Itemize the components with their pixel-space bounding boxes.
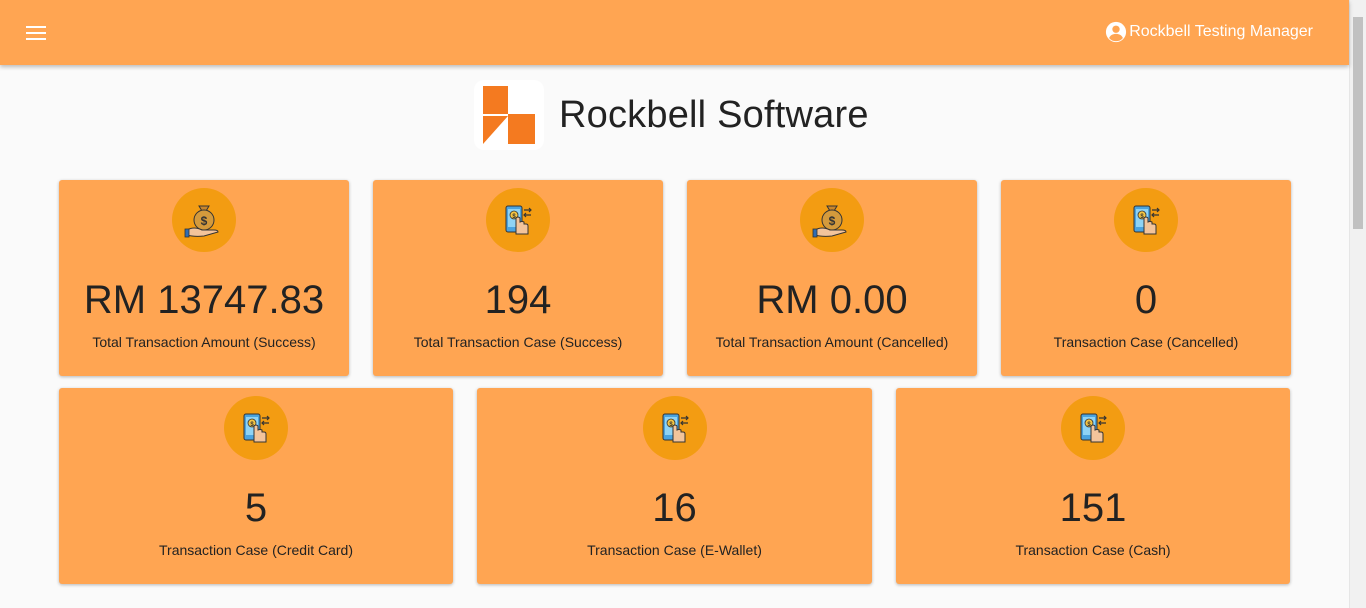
card-label: Transaction Case (Credit Card) (159, 542, 353, 558)
card-label: Transaction Case (Cash) (1015, 542, 1171, 558)
card-icon-circle: $ (800, 188, 864, 252)
card-label: Transaction Case (Cancelled) (1053, 334, 1239, 350)
card-case-credit-card[interactable]: $ 5 Transaction Case (Credit Card) (59, 388, 453, 584)
rockbell-logo-icon (483, 86, 535, 144)
svg-text:$: $ (201, 214, 208, 228)
card-value: RM 0.00 (756, 278, 908, 322)
mobile-payment-icon: $ (505, 205, 532, 235)
vertical-scrollbar[interactable] (1349, 0, 1366, 608)
menu-button[interactable] (18, 16, 54, 50)
card-icon-circle: $ (1061, 396, 1125, 460)
hamburger-menu-icon (26, 26, 46, 40)
card-value: 0 (1134, 278, 1158, 322)
card-total-amount-cancelled[interactable]: $ RM 0.00 Total Transaction Amount (Canc… (687, 180, 977, 376)
dashboard-app: Rockbell Testing Manager Rockbell Softwa… (0, 0, 1366, 608)
card-icon-circle: $ (1114, 188, 1178, 252)
card-label: Total Transaction Amount (Success) (92, 334, 316, 350)
mobile-payment-icon: $ (1080, 413, 1107, 443)
account-circle-icon (1106, 21, 1127, 43)
card-value: RM 13747.83 (83, 278, 325, 322)
card-total-case-success[interactable]: $ 194 Total Transaction Case (Success) (373, 180, 663, 376)
svg-text:$: $ (829, 214, 836, 228)
card-value: 151 (1059, 486, 1127, 530)
card-icon-circle: $ (172, 188, 236, 252)
card-value: 16 (652, 486, 697, 530)
card-icon-circle: $ (486, 188, 550, 252)
card-case-cash[interactable]: $ 151 Transaction Case (Cash) (896, 388, 1290, 584)
card-case-ewallet[interactable]: $ 16 Transaction Case (E-Wallet) (477, 388, 872, 584)
card-icon-circle: $ (642, 396, 707, 460)
scrollbar-thumb[interactable] (1353, 17, 1363, 229)
money-bag-hand-icon: $ (184, 205, 219, 238)
brand-header: Rockbell Software (474, 80, 869, 150)
card-label: Transaction Case (E-Wallet) (587, 542, 762, 558)
mobile-payment-icon: $ (1133, 205, 1160, 235)
rockbell-logo (474, 80, 544, 150)
card-total-amount-success[interactable]: $ RM 13747.83 Total Transaction Amount (… (59, 180, 349, 376)
card-label: Total Transaction Amount (Cancelled) (715, 334, 949, 350)
card-value: 5 (244, 486, 268, 530)
top-app-bar: Rockbell Testing Manager (0, 0, 1349, 65)
mobile-payment-icon: $ (662, 413, 689, 443)
mobile-payment-icon: $ (243, 413, 270, 443)
brand-title: Rockbell Software (559, 93, 869, 136)
card-icon-circle: $ (224, 396, 288, 460)
money-bag-hand-icon: $ (812, 205, 847, 238)
user-account-button[interactable]: Rockbell Testing Manager (1105, 21, 1313, 43)
card-label: Total Transaction Case (Success) (413, 334, 623, 350)
card-case-cancelled[interactable]: $ 0 Transaction Case (Cancelled) (1001, 180, 1291, 376)
card-value: 194 (484, 278, 552, 322)
user-name: Rockbell Testing Manager (1129, 23, 1313, 40)
